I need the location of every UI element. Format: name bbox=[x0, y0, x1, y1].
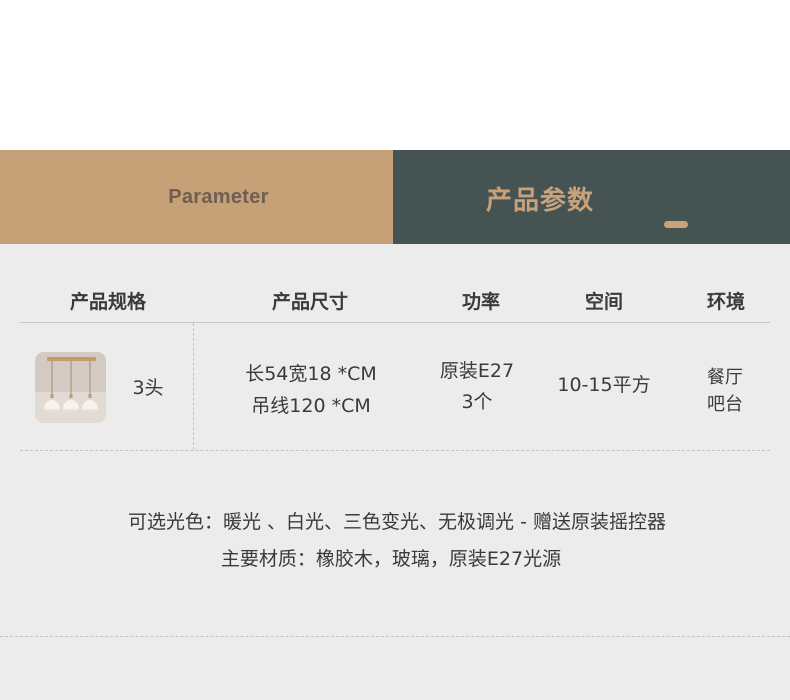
power-line-2: 3个 bbox=[461, 391, 493, 413]
header-power: 功率 bbox=[461, 291, 501, 313]
parameter-banner: Parameter 产品参数 bbox=[0, 150, 790, 244]
header-environment: 环境 bbox=[706, 291, 746, 313]
product-thumbnail bbox=[35, 352, 106, 423]
cell-heads: 3头 bbox=[132, 377, 164, 399]
banner-chinese-title: 产品参数 bbox=[486, 186, 595, 216]
cell-environment: 餐厅 吧台 bbox=[707, 364, 743, 418]
size-line-2: 吊线120 *CM bbox=[251, 395, 371, 417]
pendant-lamp-icon bbox=[35, 352, 106, 423]
cell-power: 原装E27 3个 bbox=[440, 356, 514, 418]
banner-english-title: Parameter bbox=[168, 185, 269, 208]
cell-size: 长54宽18 *CM 吊线120 *CM bbox=[245, 358, 377, 422]
light-color-options: 可选光色：暖光 、白光、三色变光、无极调光 - 赠送原装摇控器 bbox=[128, 511, 666, 533]
column-divider bbox=[193, 323, 194, 450]
top-blank-area bbox=[0, 0, 790, 150]
header-spec: 产品规格 bbox=[69, 291, 147, 313]
cell-space: 10-15平方 bbox=[557, 374, 651, 396]
env-line-2: 吧台 bbox=[707, 394, 743, 415]
banner-left-panel: Parameter bbox=[0, 150, 393, 244]
spec-content: 产品规格 产品尺寸 功率 空间 环境 3头 长54宽18 *CM 吊线120 *… bbox=[0, 244, 790, 700]
header-space: 空间 bbox=[584, 291, 624, 313]
header-size: 产品尺寸 bbox=[271, 291, 349, 313]
banner-accent-pill bbox=[664, 221, 688, 228]
header-divider bbox=[20, 322, 770, 323]
row-divider bbox=[20, 450, 770, 451]
size-line-1: 长54宽18 *CM bbox=[245, 363, 377, 385]
bottom-divider bbox=[0, 636, 790, 637]
banner-right-panel: 产品参数 bbox=[393, 150, 790, 244]
env-line-1: 餐厅 bbox=[707, 367, 743, 388]
material-info: 主要材质：橡胶木，玻璃，原装E27光源 bbox=[220, 548, 562, 570]
power-line-1: 原装E27 bbox=[439, 360, 515, 382]
